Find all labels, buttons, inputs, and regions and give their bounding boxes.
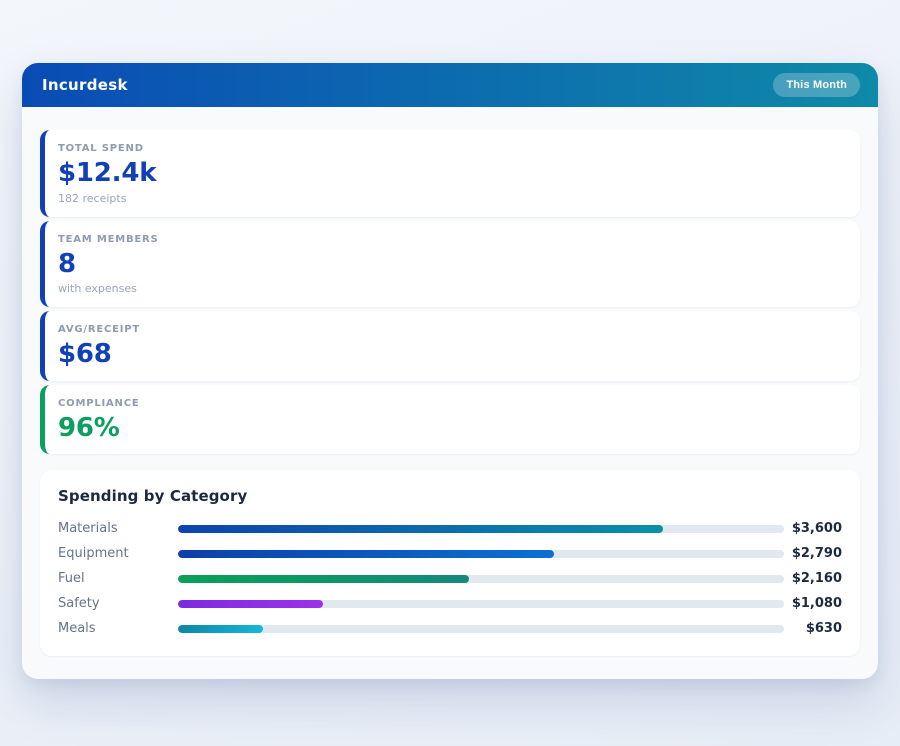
spending-by-category-panel: Spending by Category Materials $3,600 Eq… <box>40 470 860 657</box>
bar-track <box>178 549 784 558</box>
period-badge[interactable]: This Month <box>773 73 860 97</box>
category-label: Meals <box>58 621 96 637</box>
stat-subtext: with expenses <box>58 282 137 296</box>
category-label: Materials <box>58 521 118 537</box>
category-row-fuel: Fuel $2,160 <box>58 566 842 591</box>
stat-label: AVG/RECEIPT <box>58 324 141 336</box>
bar-fill-equipment <box>178 549 554 558</box>
category-amount: $3,600 <box>791 521 842 537</box>
stat-card-team-members: TEAM MEMBERS 8 with expenses <box>40 220 860 308</box>
category-amount: $2,790 <box>791 546 842 562</box>
stat-value: $12.4k <box>58 158 157 188</box>
bar-track <box>178 624 784 633</box>
category-row-materials: Materials $3,600 <box>58 516 842 541</box>
stat-label: COMPLIANCE <box>58 397 140 409</box>
category-row-equipment: Equipment $2,790 <box>58 541 842 566</box>
panel-title: Spending by Category <box>58 487 248 506</box>
bar-fill-fuel <box>178 574 469 583</box>
app-title: Incurdesk <box>42 76 128 94</box>
category-row-meals: Meals $630 <box>58 616 842 641</box>
stat-label: TEAM MEMBERS <box>58 233 159 245</box>
bar-fill-meals <box>178 624 263 633</box>
stat-subtext: 182 receipts <box>58 191 127 205</box>
bar-track <box>178 599 784 608</box>
category-label: Safety <box>58 596 100 612</box>
app-header: Incurdesk This Month <box>22 63 878 107</box>
dashboard-body: TOTAL SPEND $12.4k 182 receipts TEAM MEM… <box>22 107 878 679</box>
category-amount: $2,160 <box>791 571 842 587</box>
stat-card-compliance: COMPLIANCE 96% <box>40 384 860 455</box>
category-amount: $1,080 <box>791 596 842 612</box>
category-label: Equipment <box>58 546 129 562</box>
stat-card-total-spend: TOTAL SPEND $12.4k 182 receipts <box>40 130 860 217</box>
expense-dashboard: Incurdesk This Month TOTAL SPEND $12.4k … <box>22 63 878 680</box>
bar-track <box>178 524 784 533</box>
stat-value: 96% <box>58 412 120 443</box>
category-label: Fuel <box>58 571 85 587</box>
category-amount: $630 <box>805 621 842 637</box>
category-row-safety: Safety $1,080 <box>58 591 842 616</box>
stat-card-avg-receipt: AVG/RECEIPT $68 <box>40 311 860 381</box>
stat-value: 8 <box>58 248 76 279</box>
stat-label: TOTAL SPEND <box>58 143 144 154</box>
bar-fill-safety <box>178 599 324 608</box>
bar-track <box>178 574 784 583</box>
bar-fill-materials <box>178 524 663 533</box>
stat-value: $68 <box>58 339 112 370</box>
